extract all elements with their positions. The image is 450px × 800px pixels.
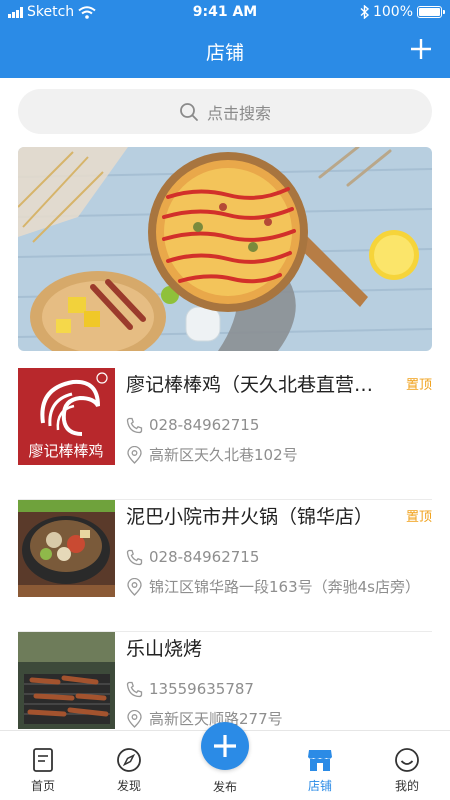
logo-lettering: 廖记棒棒鸡 bbox=[28, 442, 103, 460]
tab-profile-label: 我的 bbox=[394, 779, 419, 793]
store-photo bbox=[18, 632, 115, 729]
search-icon bbox=[180, 102, 198, 121]
search-bar[interactable]: 点击搜索 bbox=[18, 89, 432, 134]
store-address: 高新区天久北巷102号 bbox=[149, 446, 298, 464]
plus-icon bbox=[214, 735, 236, 757]
bbq-photo bbox=[18, 632, 115, 729]
store-name: 乐山烧烤 bbox=[126, 638, 203, 660]
store-photo bbox=[18, 500, 115, 597]
tab-home[interactable]: 首页 bbox=[8, 747, 78, 794]
page-title: 店铺 bbox=[205, 42, 244, 64]
phone-icon bbox=[126, 417, 143, 433]
store-name: 廖记棒棒鸡（天久北巷直营店） bbox=[126, 374, 384, 396]
store-logo-graphic: 廖记棒棒鸡 bbox=[18, 368, 115, 465]
tab-publish-label: 发布 bbox=[212, 780, 237, 794]
store-phone-row[interactable]: 028-84962715 bbox=[126, 416, 259, 434]
store-phone-row[interactable]: 13559635787 bbox=[126, 680, 254, 698]
search-placeholder: 点击搜索 bbox=[206, 103, 271, 123]
store-address-row[interactable]: 高新区天久北巷102号 bbox=[126, 444, 298, 465]
store-phone: 13559635787 bbox=[149, 680, 254, 698]
location-pin-icon bbox=[127, 445, 142, 464]
phone-icon bbox=[126, 549, 143, 565]
location-pin-icon bbox=[127, 577, 142, 596]
publish-button[interactable] bbox=[201, 722, 249, 770]
header: Sketch 9:41 AM 100% 店铺 bbox=[0, 0, 450, 78]
store-list-item[interactable]: 泥巴小院市井火锅（锦华店） 置顶 028-84962715 锦江区锦华路一段16… bbox=[18, 500, 432, 632]
tab-store[interactable]: 店铺 bbox=[285, 747, 355, 794]
pizza-banner-illustration bbox=[18, 147, 432, 351]
tab-discover-label: 发现 bbox=[116, 779, 141, 793]
document-icon bbox=[33, 748, 53, 772]
banner-image[interactable] bbox=[18, 147, 432, 351]
store-icon bbox=[308, 750, 332, 771]
store-address-row[interactable]: 锦江区锦华路一段163号（奔驰4s店旁） bbox=[126, 576, 420, 597]
tab-home-label: 首页 bbox=[30, 779, 55, 793]
store-list-item[interactable]: 廖记棒棒鸡 廖记棒棒鸡（天久北巷直营店） 置顶 028-84962715 高新区… bbox=[18, 368, 432, 500]
store-logo: 廖记棒棒鸡 bbox=[18, 368, 115, 465]
tab-discover[interactable]: 发现 bbox=[94, 747, 164, 794]
store-address: 锦江区锦华路一段163号（奔驰4s店旁） bbox=[149, 578, 420, 596]
status-right: 100% bbox=[360, 4, 445, 20]
battery-percent: 100% bbox=[372, 4, 413, 20]
tab-profile[interactable]: 我的 bbox=[372, 747, 442, 794]
hotpot-photo bbox=[18, 500, 115, 597]
smiley-icon bbox=[395, 748, 419, 772]
compass-icon bbox=[117, 748, 141, 772]
location-pin-icon bbox=[127, 709, 142, 728]
pinned-badge: 置顶 bbox=[405, 510, 432, 525]
store-screen: Sketch 9:41 AM 100% 店铺 点击搜索 廖记棒棒鸡 廖记棒棒鸡（… bbox=[0, 0, 450, 800]
tab-store-label: 店铺 bbox=[307, 779, 332, 793]
store-phone: 028-84962715 bbox=[149, 548, 260, 566]
pinned-badge: 置顶 bbox=[405, 378, 432, 393]
store-phone: 028-84962715 bbox=[149, 416, 260, 434]
store-phone-row[interactable]: 028-84962715 bbox=[126, 548, 259, 566]
phone-icon bbox=[126, 681, 143, 697]
store-name: 泥巴小院市井火锅（锦华店） bbox=[126, 506, 374, 528]
status-bar: Sketch 9:41 AM 100% bbox=[0, 0, 450, 26]
add-button[interactable] bbox=[408, 36, 434, 62]
battery-icon bbox=[417, 6, 445, 18]
bluetooth-icon bbox=[360, 5, 369, 19]
